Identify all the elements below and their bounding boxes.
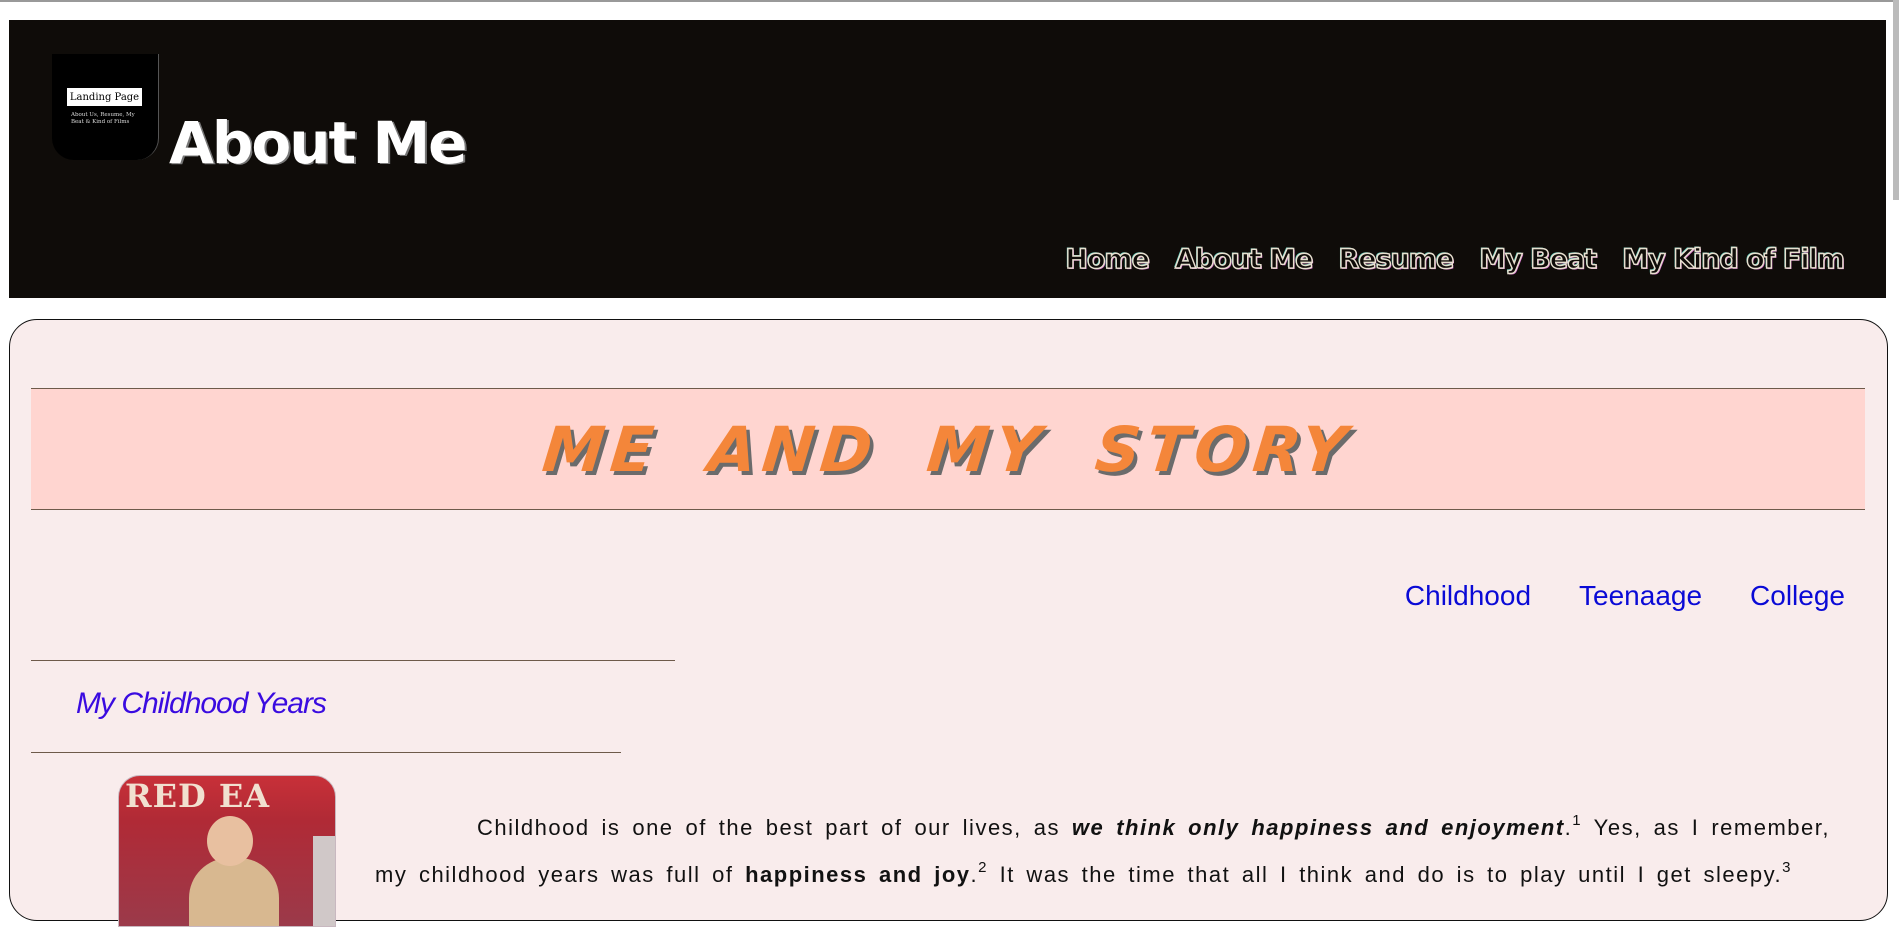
nav-my-kind-of-film[interactable]: My Kind of Film (1622, 243, 1846, 275)
paragraph-emphasis-2: happiness and joy (745, 862, 971, 887)
paragraph-text-3: It was the time that all I think and do … (987, 862, 1783, 887)
section-nav: Childhood Teenaage College (1405, 580, 1845, 612)
subnav-teenage[interactable]: Teenaage (1579, 580, 1702, 612)
paragraph-period-2: . (970, 862, 979, 887)
paragraph-emphasis-1: we think only happiness and enjoyment (1071, 815, 1565, 840)
paragraph-text-1: Childhood is one of the best part of our… (477, 815, 1072, 840)
logo-tag: Landing Page (67, 88, 142, 106)
nav-about-me[interactable]: About Me (1174, 243, 1314, 275)
photo-figure-body (189, 858, 279, 926)
main-nav: Home About Me Resume My Beat My Kind of … (1065, 243, 1846, 275)
section-title: My Childhood Years (76, 687, 327, 720)
childhood-paragraph: Childhood is one of the best part of our… (375, 804, 1830, 898)
scrollbar[interactable] (1893, 0, 1899, 200)
divider-top (31, 660, 675, 661)
logo-subtitle: About Us, Resume, My Beat & Kind of Film… (71, 112, 135, 125)
site-logo[interactable]: Landing Page About Us, Resume, My Beat &… (52, 54, 159, 160)
footnote-ref-1[interactable]: 1 (1572, 812, 1582, 829)
subnav-childhood[interactable]: Childhood (1405, 580, 1531, 612)
banner-title: ME AND MY STORY (539, 412, 1357, 486)
nav-my-beat[interactable]: My Beat (1479, 243, 1598, 275)
content-card: ME AND MY STORY Childhood Teenaage Colle… (9, 319, 1888, 927)
site-header: Landing Page About Us, Resume, My Beat &… (9, 20, 1886, 298)
site-title: About Me (169, 109, 468, 177)
story-banner: ME AND MY STORY (31, 388, 1865, 510)
photo-figure-head (207, 816, 253, 866)
photo-sign-text: RED EA (125, 777, 271, 815)
photo-edge (313, 836, 335, 926)
childhood-photo: RED EA (118, 775, 336, 927)
footnote-ref-3[interactable]: 3 (1782, 859, 1792, 876)
divider-bottom (31, 752, 621, 753)
nav-home[interactable]: Home (1065, 243, 1151, 275)
subnav-college[interactable]: College (1750, 580, 1845, 612)
window-top-border (0, 0, 1899, 2)
nav-resume[interactable]: Resume (1338, 243, 1455, 275)
footnote-ref-2[interactable]: 2 (978, 859, 988, 876)
